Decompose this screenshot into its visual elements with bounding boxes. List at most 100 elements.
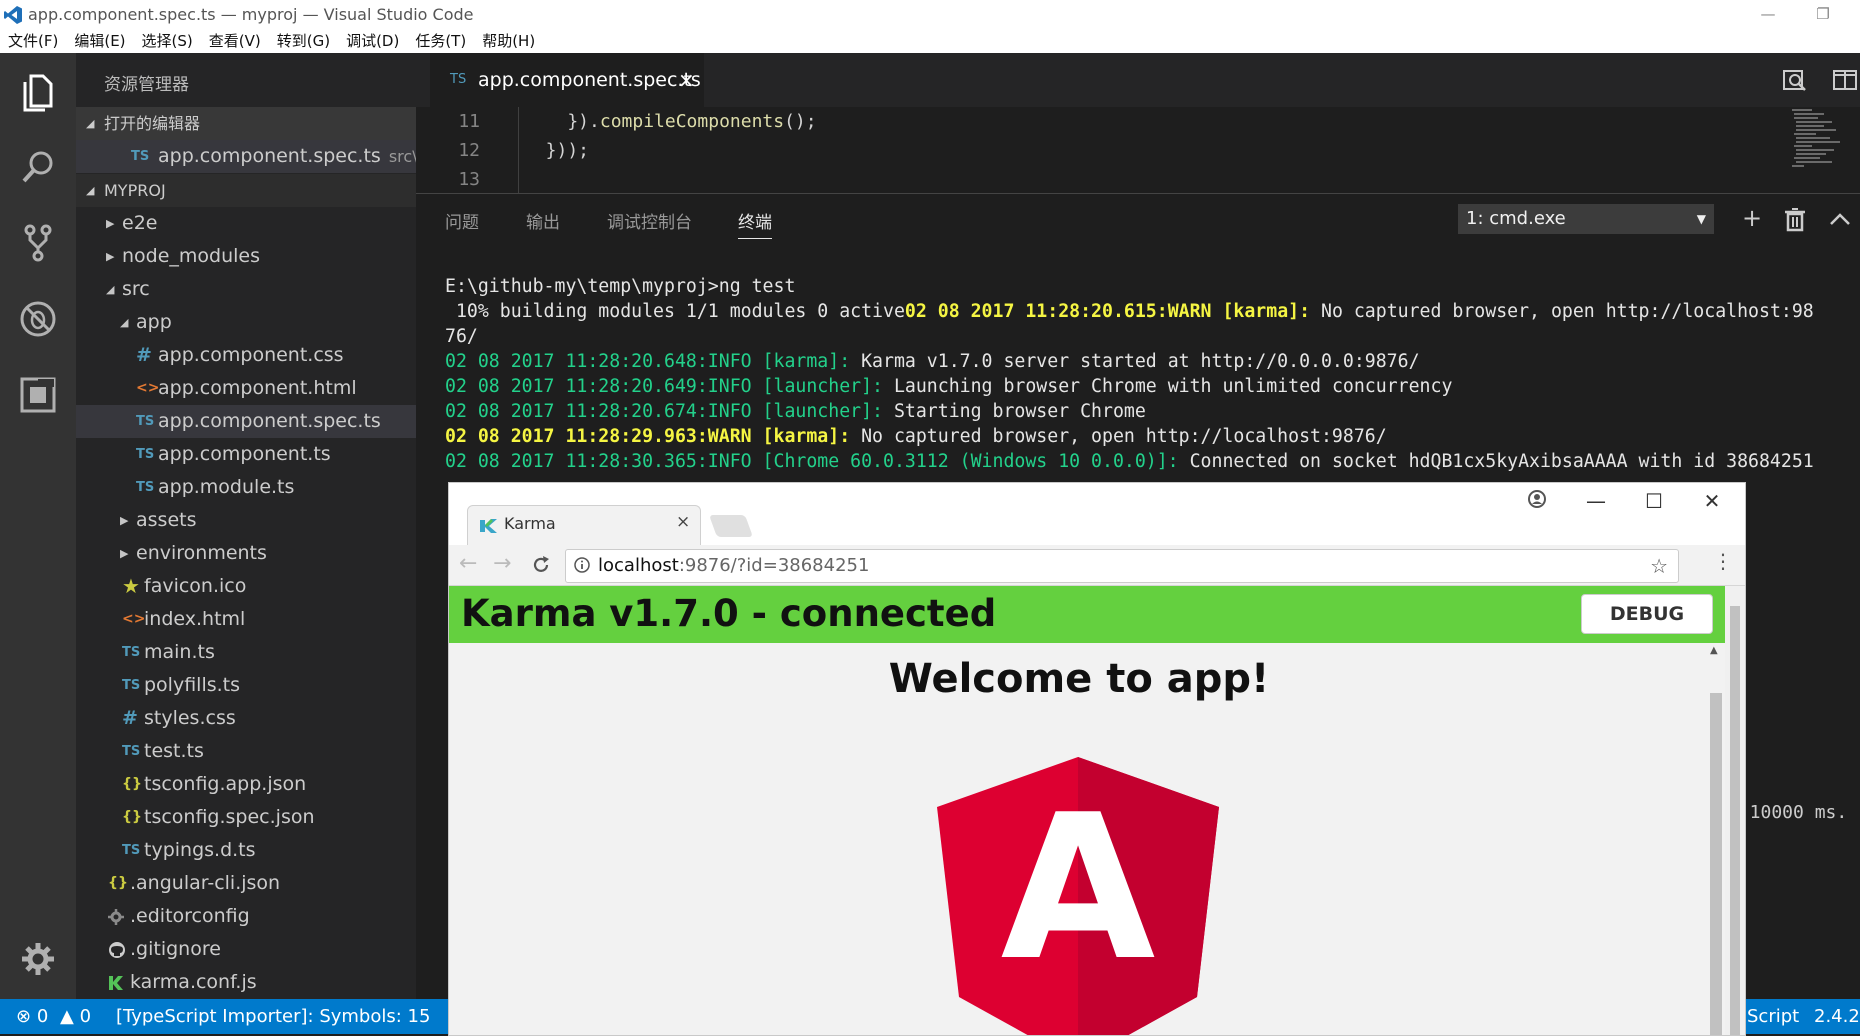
menu-debug[interactable]: 调试(D) <box>346 29 399 53</box>
menu-edit[interactable]: 编辑(E) <box>74 29 125 53</box>
typescript-version[interactable]: 2.4.2 <box>1814 999 1860 1034</box>
folder-expanded-icon[interactable]: ◢ <box>106 273 114 306</box>
karma-status-text: Karma v1.7.0 - connected <box>461 592 997 635</box>
explorer-sidebar: 资源管理器 ◢ 打开的编辑器 TS app.component.spec.tss… <box>76 53 443 999</box>
scrollbar-thumb[interactable] <box>1710 693 1722 1035</box>
tree-file-angular-cli-json[interactable]: {} .angular-cli.json <box>76 867 416 900</box>
open-editor-item[interactable]: TS app.component.spec.tssrc\a... <box>76 140 443 173</box>
tree-file-app-component-html[interactable]: <> app.component.html <box>76 372 416 405</box>
project-header[interactable]: ◢ MYPROJ <box>76 174 416 207</box>
json-file-icon: {} <box>108 875 128 891</box>
vscode-logo-icon <box>4 6 22 24</box>
folder-collapsed-icon[interactable]: ▶ <box>120 537 128 570</box>
open-editors-header[interactable]: ◢ 打开的编辑器 <box>76 107 416 140</box>
tree-file-tsconfig-app-json[interactable]: {} tsconfig.app.json <box>76 768 416 801</box>
terminal-line: 02 08 2017 11:28:20.649:INFO [launcher]:… <box>445 376 1453 397</box>
menu-tasks[interactable]: 任务(T) <box>415 29 466 53</box>
menu-selection[interactable]: 选择(S) <box>142 29 193 53</box>
maximize-window-icon[interactable]: ☐ <box>1625 483 1683 519</box>
reload-icon[interactable] <box>531 555 551 575</box>
dropdown-arrow-icon: ▼ <box>1696 212 1706 226</box>
tree-file-editorconfig[interactable]: .editorconfig <box>76 900 416 933</box>
extensions-icon[interactable] <box>14 371 62 419</box>
debug-icon[interactable] <box>14 295 62 343</box>
search-icon[interactable] <box>14 143 62 191</box>
folder-expanded-icon[interactable]: ◢ <box>120 306 128 339</box>
bookmark-star-icon[interactable]: ☆ <box>1650 550 1668 582</box>
tree-file-app-component-ts[interactable]: TS app.component.ts <box>76 438 416 471</box>
close-tab-icon[interactable]: × <box>676 512 690 532</box>
new-terminal-icon[interactable]: + <box>1738 204 1766 232</box>
language-mode[interactable]: Script <box>1747 999 1799 1034</box>
karma-status-banner: Karma v1.7.0 - connected DEBUG <box>449 586 1725 643</box>
folder-collapsed-icon[interactable]: ▶ <box>120 504 128 537</box>
menu-help[interactable]: 帮助(H) <box>482 29 535 53</box>
folder-collapsed-icon[interactable]: ▶ <box>106 207 114 240</box>
tree-folder-app[interactable]: ◢ app <box>76 306 416 339</box>
explorer-icon[interactable] <box>14 67 62 115</box>
tab-problems[interactable]: 问题 <box>445 208 479 233</box>
terminal-output[interactable]: E:\github-my\temp\myproj>ng test 10% bui… <box>445 274 1814 474</box>
terminal-select[interactable]: 1: cmd.exe ▼ <box>1458 204 1714 234</box>
source-control-icon[interactable] <box>14 219 62 267</box>
tree-file-favicon-ico[interactable]: ★ favicon.ico <box>76 570 416 603</box>
debug-button[interactable]: DEBUG <box>1581 594 1713 634</box>
kill-terminal-trash-icon[interactable] <box>1784 208 1806 232</box>
tree-file-typings-d-ts[interactable]: TS typings.d.ts <box>76 834 416 867</box>
new-tab-button[interactable] <box>708 515 754 537</box>
tree-file-main-ts[interactable]: TS main.ts <box>76 636 416 669</box>
tab-debug-console[interactable]: 调试控制台 <box>607 208 692 233</box>
tree-item-label: app.component.spec.ts <box>158 410 381 432</box>
tree-file-tsconfig-spec-json[interactable]: {} tsconfig.spec.json <box>76 801 416 834</box>
menu-file[interactable]: 文件(F) <box>8 29 58 53</box>
typescript-file-icon: TS <box>131 149 150 164</box>
code-line: })); <box>524 140 590 161</box>
code-editor[interactable]: 11 }).compileComponents(); 12 })); 13 <box>416 107 1860 193</box>
tree-folder-environments[interactable]: ▶ environments <box>76 537 416 570</box>
iframe-scrollbar[interactable]: ▲ <box>1706 643 1725 1035</box>
close-tab-icon[interactable]: × <box>678 53 695 107</box>
scroll-up-arrow-icon[interactable]: ▲ <box>1710 645 1718 656</box>
close-window-icon[interactable]: ✕ <box>1683 483 1741 519</box>
page-scrollbar[interactable] <box>1725 586 1745 1035</box>
tree-file-gitignore[interactable]: .gitignore <box>76 933 416 966</box>
tree-file-index-html[interactable]: <> index.html <box>76 603 416 636</box>
tree-file-app-component-spec-ts[interactable]: TS app.component.spec.ts <box>76 405 416 438</box>
restore-button[interactable]: ❐ <box>1800 0 1846 29</box>
tree-folder-src[interactable]: ◢ src <box>76 273 416 306</box>
profile-icon[interactable] <box>1527 489 1547 509</box>
terminal-line: E:\github-my\temp\myproj>ng test <box>445 276 796 297</box>
scrollbar-thumb[interactable] <box>1730 606 1740 1035</box>
tree-file-test-ts[interactable]: TS test.ts <box>76 735 416 768</box>
browser-tab-karma[interactable]: Karma × <box>467 505 701 546</box>
minimap[interactable] <box>1790 107 1846 177</box>
tab-output[interactable]: 输出 <box>526 208 560 233</box>
tree-file-app-module-ts[interactable]: TS app.module.ts <box>76 471 416 504</box>
tree-folder-assets[interactable]: ▶ assets <box>76 504 416 537</box>
address-bar[interactable]: localhost:9876/?id=38684251 ☆ <box>565 549 1679 583</box>
back-arrow-icon[interactable]: ← <box>459 551 477 576</box>
menu-view[interactable]: 查看(V) <box>209 29 261 53</box>
minimize-button[interactable]: — <box>1745 0 1791 29</box>
maximize-panel-chevron-icon[interactable] <box>1828 210 1852 228</box>
tree-file-polyfills-ts[interactable]: TS polyfills.ts <box>76 669 416 702</box>
typescript-file-icon: TS <box>122 645 141 660</box>
tree-folder-e2e[interactable]: ▶ e2e <box>76 207 416 240</box>
split-editor-icon[interactable] <box>1832 67 1858 93</box>
minimize-window-icon[interactable]: — <box>1567 483 1625 519</box>
tree-item-label: test.ts <box>144 740 204 762</box>
editor-tab-app-component-spec[interactable]: TS app.component.spec.ts × <box>430 53 704 107</box>
folder-collapsed-icon[interactable]: ▶ <box>106 240 114 273</box>
tree-file-styles-css[interactable]: # styles.css <box>76 702 416 735</box>
tree-file-app-component-css[interactable]: # app.component.css <box>76 339 416 372</box>
menu-go[interactable]: 转到(G) <box>277 29 330 53</box>
settings-gear-icon[interactable] <box>14 935 62 983</box>
tab-terminal[interactable]: 终端 <box>738 208 772 239</box>
tree-file-karma-conf-js[interactable]: karma.conf.js <box>76 966 416 999</box>
html-file-icon: <> <box>136 380 160 396</box>
browser-menu-icon[interactable]: ⋮ <box>1713 549 1733 573</box>
forward-arrow-icon[interactable]: → <box>493 551 511 576</box>
open-changes-icon[interactable] <box>1782 67 1808 93</box>
errors-status[interactable]: ⊗ 0 ▲ 0 <box>16 999 91 1034</box>
tree-folder-node-modules[interactable]: ▶ node_modules <box>76 240 416 273</box>
